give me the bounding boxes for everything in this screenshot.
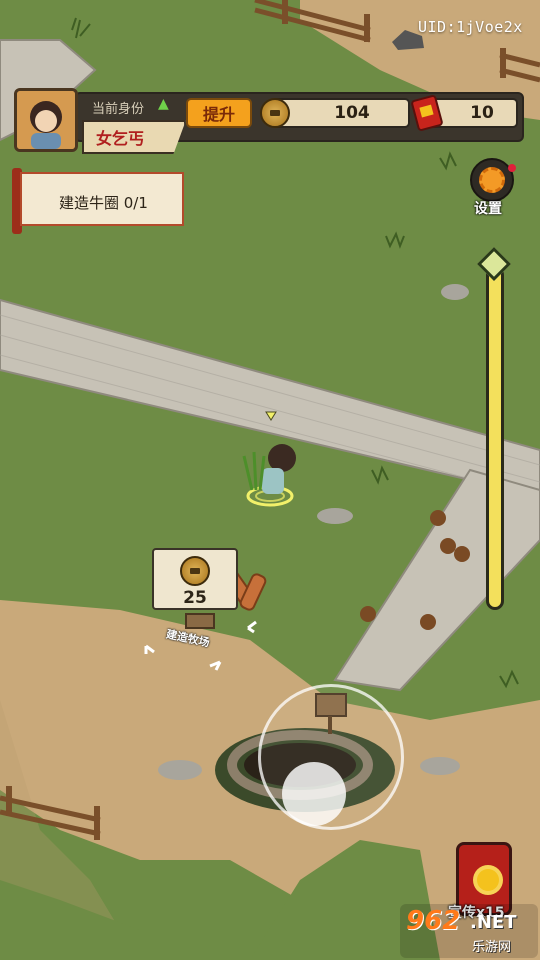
task-scroll[interactable]: 建造牛圈 0/1 <box>12 168 186 236</box>
rank-up-arrow-icon: ▲ <box>158 96 169 112</box>
notification-dot <box>508 164 516 172</box>
upgrade-button[interactable]: 提升 <box>186 98 252 128</box>
joystick-knob[interactable] <box>282 762 346 826</box>
ticket-count: 10 <box>470 103 494 123</box>
watermark-domain: .NET <box>470 912 517 933</box>
task-text: 建造牛圈 0/1 <box>59 194 148 212</box>
avatar-portrait-icon <box>17 91 75 149</box>
settings-button[interactable]: 设置 <box>466 158 524 220</box>
zoom-slider[interactable] <box>477 247 511 612</box>
slider-handle[interactable] <box>477 247 511 281</box>
flower-icon <box>477 869 499 891</box>
watermark-subtitle: 乐游网 <box>472 940 512 955</box>
top-status-bar: 当前身份 ▲ 女乞丐 提升 104 10 <box>14 88 524 154</box>
coin-count: 104 <box>334 103 370 123</box>
identity-panel: 当前身份 ▲ 女乞丐 <box>82 92 192 154</box>
settings-label: 设置 <box>474 201 502 217</box>
coin-counter: 104 <box>272 98 410 128</box>
copper-coin-icon <box>180 556 210 586</box>
build-cost-board[interactable]: 25 <box>152 548 238 610</box>
rank-title: 女乞丐 <box>96 129 145 148</box>
uid-label: UID:1jVoe2x <box>418 18 523 36</box>
red-ticket-icon <box>411 95 443 131</box>
watermark-number: 962 <box>406 906 461 936</box>
copper-coin-icon <box>260 98 290 128</box>
identity-label: 当前身份 <box>92 102 145 117</box>
gear-icon <box>479 167 505 193</box>
player-avatar[interactable] <box>14 88 78 152</box>
build-cost: 25 <box>183 588 207 608</box>
slider-track[interactable] <box>486 266 504 610</box>
site-watermark: 962 .NET 乐游网 <box>400 904 538 958</box>
